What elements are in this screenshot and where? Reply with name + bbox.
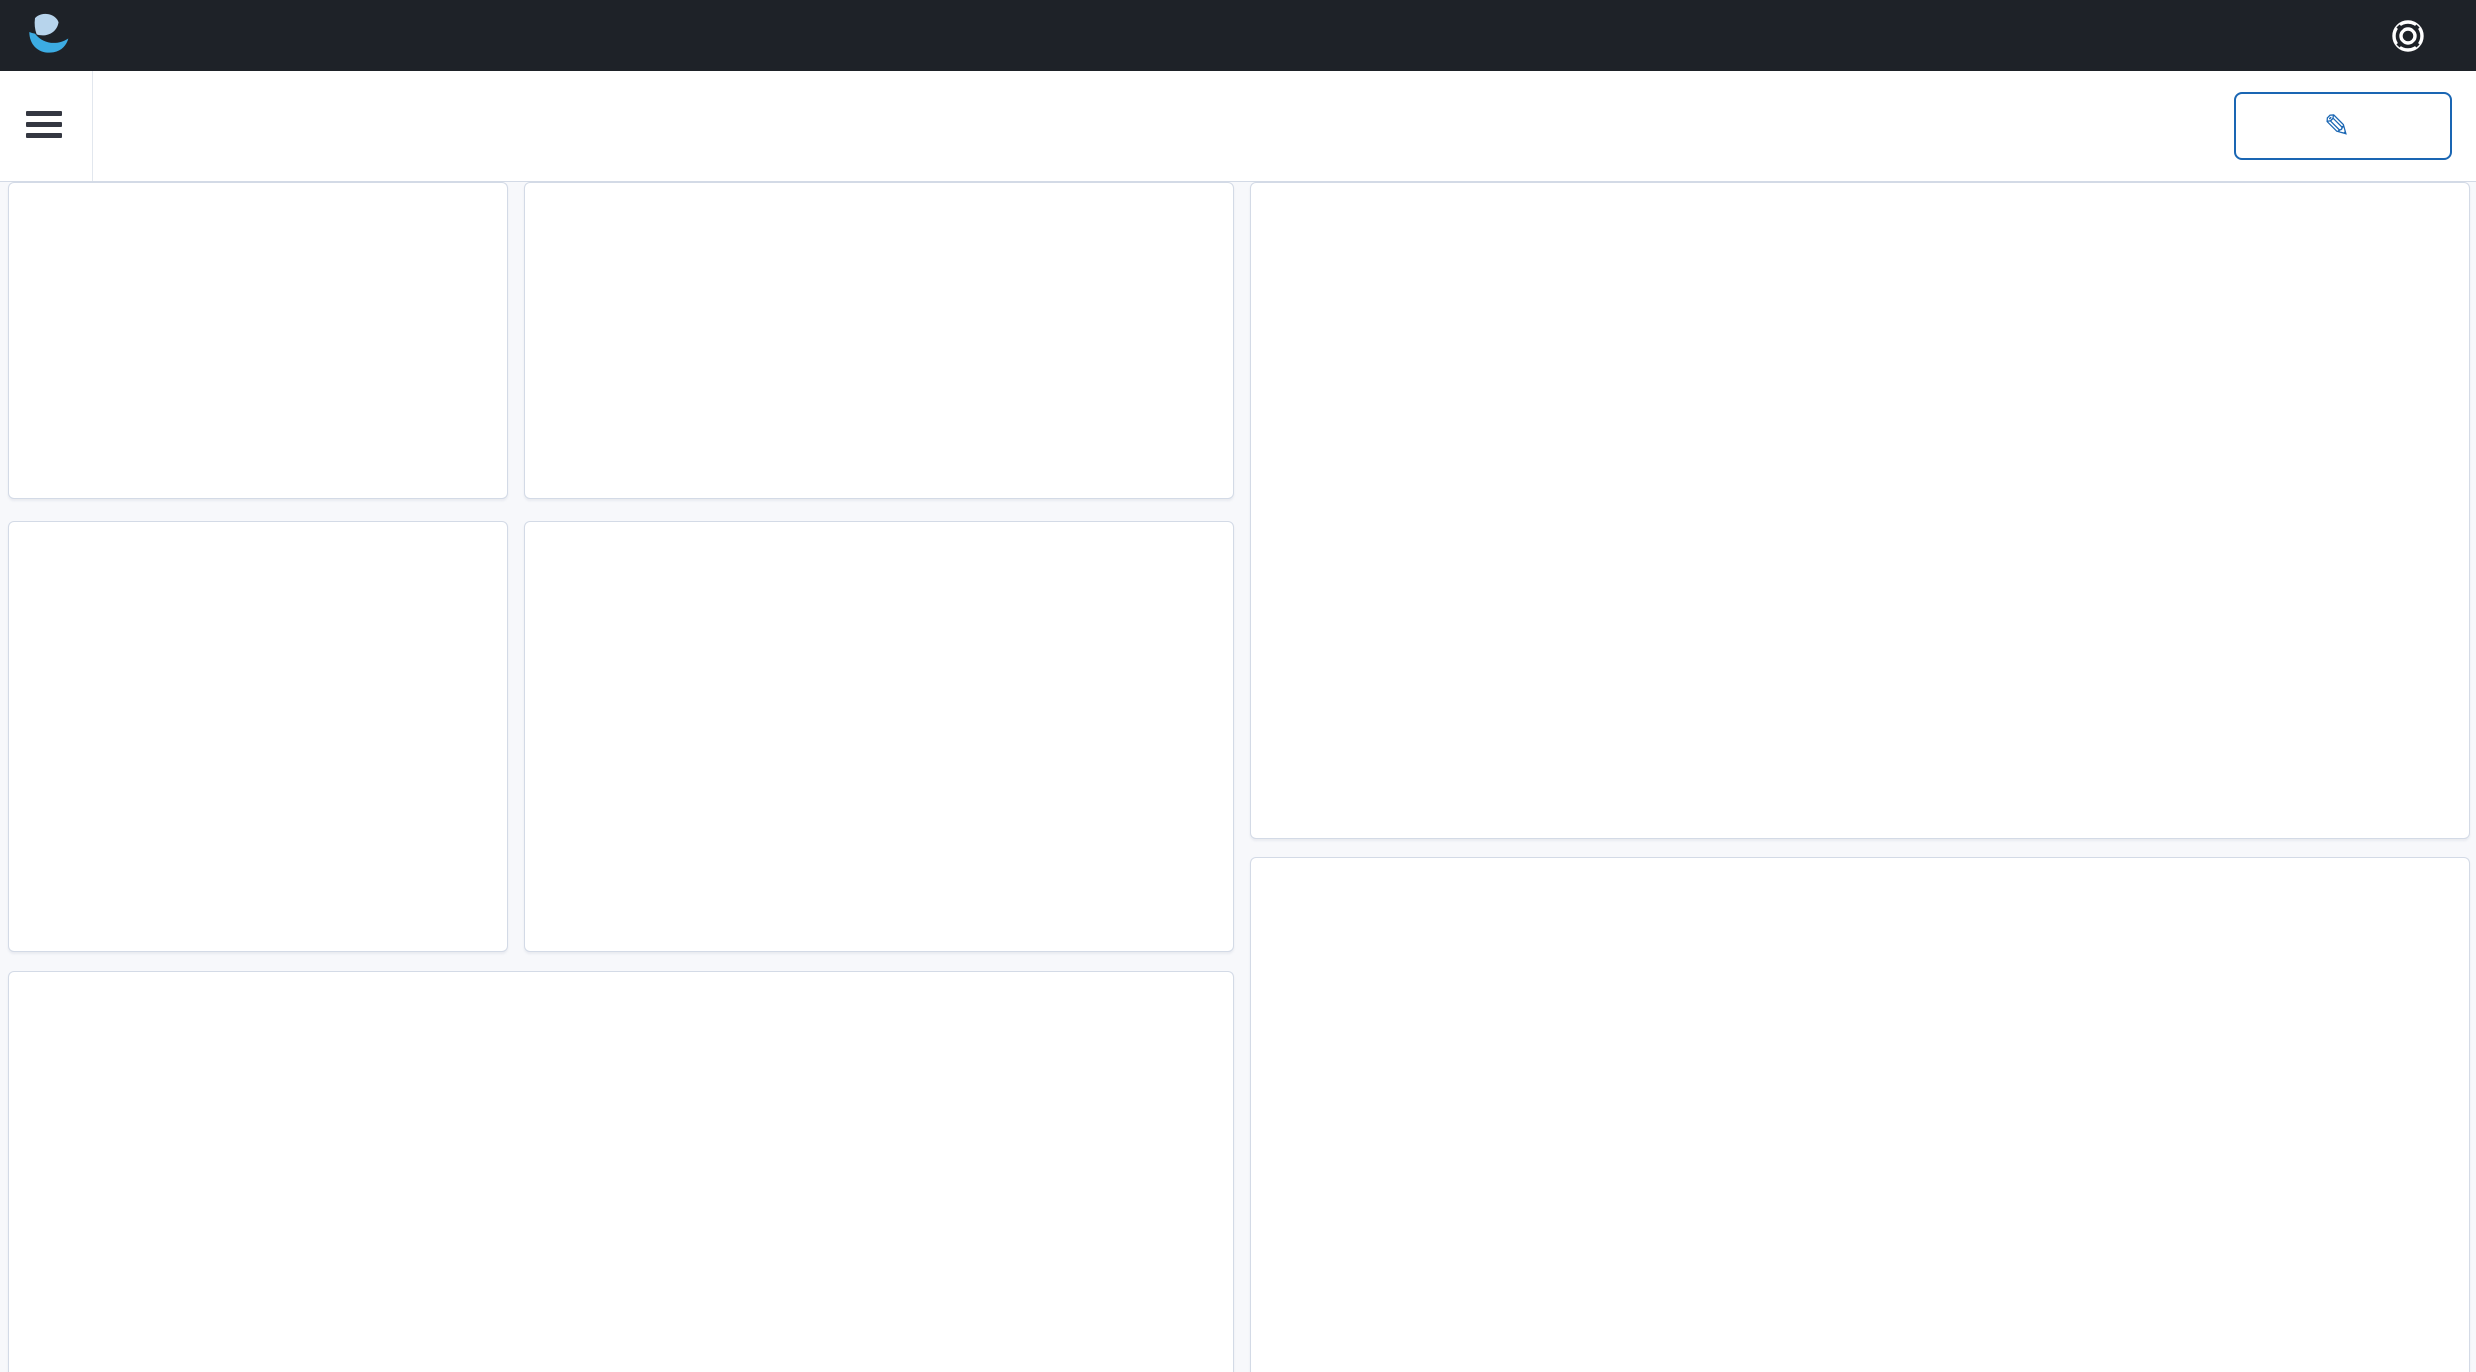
- panel-delay-type[interactable]: [1250, 857, 2470, 1372]
- help-icon[interactable]: [2388, 16, 2428, 56]
- toolbar-actions: ✎: [1964, 71, 2462, 181]
- delay-buckets-histogram: [9, 972, 1233, 1372]
- percent-delays-area-chart: [1251, 183, 2469, 838]
- panel-percent-delays-timeline[interactable]: [1250, 182, 2470, 839]
- edit-button[interactable]: ✎: [2234, 92, 2452, 160]
- total-delays-gauge: [9, 183, 507, 498]
- flight-cancellations-bar-chart: [525, 522, 1233, 951]
- opensearch-logo[interactable]: [22, 10, 96, 62]
- menu-icon[interactable]: [26, 105, 66, 145]
- delay-type-stacked-chart: [1251, 858, 2469, 1372]
- opensearch-logo-icon: [22, 10, 74, 62]
- breadcrumb: [112, 71, 144, 181]
- panel-delay-buckets[interactable]: [8, 971, 1234, 1372]
- opensearch-dashboards-app: ✎: [0, 0, 2476, 1372]
- total-cancellations-gauge: [9, 522, 507, 951]
- pencil-icon: ✎: [2324, 107, 2351, 145]
- divider: [92, 71, 93, 181]
- panel-total-cancellations[interactable]: [8, 521, 508, 952]
- panel-flight-cancellations[interactable]: [524, 521, 1234, 952]
- dashboard-toolbar: ✎: [0, 71, 2476, 182]
- app-header: [0, 0, 2476, 71]
- panel-total-delays[interactable]: [8, 182, 508, 499]
- flight-delays-bar-chart: [525, 183, 1233, 498]
- panel-flight-delays[interactable]: [524, 182, 1234, 499]
